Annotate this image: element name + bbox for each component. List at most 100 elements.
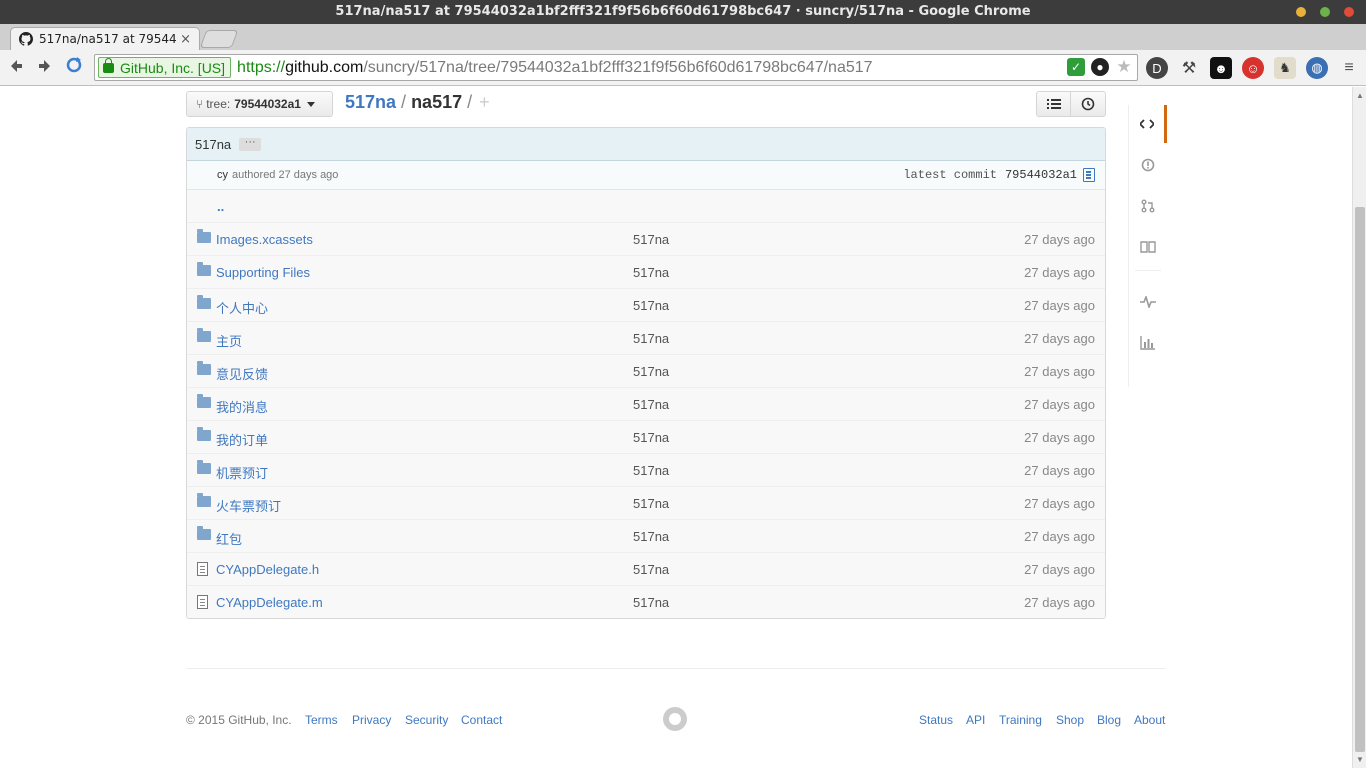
file-commit-message[interactable]: 517na: [633, 595, 669, 610]
list-view-button[interactable]: [1036, 91, 1071, 117]
history-button[interactable]: [1071, 91, 1106, 117]
file-row[interactable]: 我的消息 517na 27 days ago: [187, 388, 1105, 421]
file-name-link[interactable]: 机票预订: [216, 463, 268, 482]
commit-author[interactable]: cy: [217, 169, 228, 181]
footer-link-shop[interactable]: Shop: [1056, 713, 1084, 727]
shield-icon[interactable]: ✓: [1067, 58, 1085, 76]
commit-message[interactable]: 517na: [195, 137, 231, 152]
file-commit-message[interactable]: 517na: [633, 529, 669, 544]
file-name-link[interactable]: 主页: [216, 331, 242, 350]
file-commit-message[interactable]: 517na: [633, 430, 669, 445]
hammer-icon[interactable]: ⚒: [1178, 57, 1200, 79]
footer-link-status[interactable]: Status: [919, 713, 953, 727]
omnibox-actions: ✓ ● ★: [1067, 57, 1133, 76]
wiki-icon[interactable]: [1129, 228, 1167, 266]
file-name-link[interactable]: Images.xcassets: [216, 232, 313, 247]
tab-close-icon[interactable]: ×: [180, 32, 191, 47]
footer-link-api[interactable]: API: [966, 713, 985, 727]
address-bar[interactable]: GitHub, Inc. [US] https://github.com/sun…: [94, 54, 1138, 81]
file-age: 27 days ago: [1024, 430, 1095, 445]
file-commit-message[interactable]: 517na: [633, 463, 669, 478]
file-row[interactable]: CYAppDelegate.m 517na 27 days ago: [187, 586, 1105, 618]
file-row[interactable]: 主页 517na 27 days ago: [187, 322, 1105, 355]
parent-directory-link[interactable]: ..: [187, 190, 1105, 223]
commit-title-bar: 517na ···: [187, 128, 1105, 161]
scroll-up-icon[interactable]: ▲: [1356, 91, 1364, 100]
file-commit-message[interactable]: 517na: [633, 364, 669, 379]
forward-button[interactable]: [33, 56, 57, 80]
file-row[interactable]: 机票预订 517na 27 days ago: [187, 454, 1105, 487]
file-name-link[interactable]: Supporting Files: [216, 265, 310, 280]
file-commit-message[interactable]: 517na: [633, 265, 669, 280]
file-row[interactable]: 意见反馈 517na 27 days ago: [187, 355, 1105, 388]
page-content: ⑂ tree: 79544032a1 517na / na517/+ 517na ·…: [0, 87, 1352, 768]
file-commit-message[interactable]: 517na: [633, 298, 669, 313]
footer-link-training[interactable]: Training: [999, 713, 1042, 727]
file-name-link[interactable]: 我的订单: [216, 430, 268, 449]
close-button[interactable]: [1344, 7, 1354, 17]
back-button[interactable]: [4, 56, 28, 80]
mask-icon[interactable]: ☻: [1210, 57, 1232, 79]
file-age: 27 days ago: [1024, 529, 1095, 544]
new-file-button[interactable]: +: [479, 92, 490, 112]
santa-icon[interactable]: ☺: [1242, 57, 1264, 79]
pull-requests-icon[interactable]: [1129, 187, 1167, 225]
latest-commit-label: latest commit: [903, 168, 997, 182]
disconnect-icon[interactable]: D: [1146, 57, 1168, 79]
file-row[interactable]: 个人中心 517na 27 days ago: [187, 289, 1105, 322]
folder-icon: [197, 328, 211, 342]
footer-link-security[interactable]: Security: [405, 713, 448, 727]
menu-icon[interactable]: ≡: [1338, 57, 1360, 79]
footer-link-about[interactable]: About: [1134, 713, 1165, 727]
file-row[interactable]: Images.xcassets 517na 27 days ago: [187, 223, 1105, 256]
maximize-button[interactable]: [1320, 7, 1330, 17]
new-tab-button[interactable]: [199, 30, 239, 48]
latest-commit-sha[interactable]: 79544032a1: [1005, 168, 1077, 182]
scroll-thumb[interactable]: [1355, 207, 1365, 752]
globe-icon[interactable]: ◍: [1306, 57, 1328, 79]
scroll-down-icon[interactable]: ▼: [1356, 755, 1364, 764]
file-name-link[interactable]: 个人中心: [216, 298, 268, 317]
file-commit-message[interactable]: 517na: [633, 397, 669, 412]
file-row[interactable]: Supporting Files 517na 27 days ago: [187, 256, 1105, 289]
file-name-link[interactable]: CYAppDelegate.h: [216, 562, 319, 577]
code-icon[interactable]: [1129, 105, 1167, 143]
cowboy-icon[interactable]: ♞: [1274, 57, 1296, 79]
github-mark-icon[interactable]: [663, 707, 687, 731]
pulse-icon[interactable]: [1129, 283, 1167, 321]
file-name-link[interactable]: 火车票预订: [216, 496, 281, 515]
url-text[interactable]: https://github.com/suncry/517na/tree/795…: [237, 59, 873, 77]
file-row[interactable]: 我的订单 517na 27 days ago: [187, 421, 1105, 454]
clipboard-icon[interactable]: [1083, 168, 1095, 182]
footer-link-privacy[interactable]: Privacy: [352, 713, 391, 727]
footer-link-blog[interactable]: Blog: [1097, 713, 1121, 727]
file-age: 27 days ago: [1024, 265, 1095, 280]
page-scrollbar[interactable]: ▲ ▼: [1352, 87, 1366, 768]
file-name-link[interactable]: CYAppDelegate.m: [216, 595, 323, 610]
file-commit-message[interactable]: 517na: [633, 232, 669, 247]
file-commit-message[interactable]: 517na: [633, 331, 669, 346]
expand-commit-button[interactable]: ···: [239, 136, 262, 151]
reload-button[interactable]: [62, 56, 86, 80]
browser-tab[interactable]: 517na/na517 at 79544032a1bf2fff321f9f56b…: [10, 27, 200, 50]
file-age: 27 days ago: [1024, 463, 1095, 478]
footer-link-terms[interactable]: Terms: [305, 713, 338, 727]
issues-icon[interactable]: [1129, 146, 1167, 184]
file-name-link[interactable]: 我的消息: [216, 397, 268, 416]
file-row[interactable]: 火车票预订 517na 27 days ago: [187, 487, 1105, 520]
file-commit-message[interactable]: 517na: [633, 562, 669, 577]
graphs-icon[interactable]: [1129, 324, 1167, 362]
branch-selector[interactable]: ⑂ tree: 79544032a1: [186, 91, 333, 117]
file-name-link[interactable]: 意见反馈: [216, 364, 268, 383]
breadcrumb-repo-link[interactable]: 517na: [345, 92, 396, 112]
minimize-button[interactable]: [1296, 7, 1306, 17]
ev-certificate-badge[interactable]: GitHub, Inc. [US]: [98, 57, 232, 78]
footer-copyright: © 2015 GitHub, Inc.: [186, 713, 292, 727]
star-icon[interactable]: ★: [1115, 57, 1133, 76]
file-row[interactable]: 红包 517na 27 days ago: [187, 520, 1105, 553]
file-row[interactable]: CYAppDelegate.h 517na 27 days ago: [187, 553, 1105, 586]
footer-link-contact[interactable]: Contact: [461, 713, 502, 727]
file-commit-message[interactable]: 517na: [633, 496, 669, 511]
file-name-link[interactable]: 红包: [216, 529, 242, 548]
github-icon[interactable]: ●: [1091, 58, 1109, 76]
